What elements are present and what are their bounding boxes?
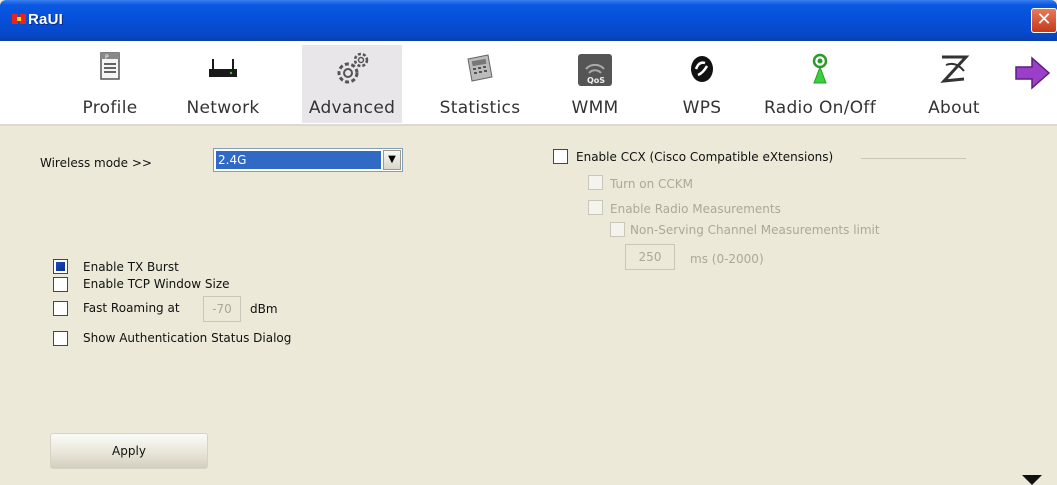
- toolbar-radio[interactable]: Radio On/Off: [764, 45, 876, 123]
- network-icon: [209, 59, 237, 77]
- ralink-logo-icon: [12, 14, 26, 24]
- toolbar-wmm[interactable]: QoS WMM: [545, 45, 645, 123]
- toolbar-label-wmm: WMM: [571, 98, 619, 118]
- non-serving-checkbox[interactable]: [610, 222, 625, 237]
- ccx-group-divider: [861, 158, 966, 159]
- main-toolbar: P Profile Network Advanced Statistics Qo…: [0, 41, 1057, 126]
- toolbar-label-network: Network: [186, 98, 260, 118]
- wireless-mode-value: 2.4G: [216, 151, 381, 169]
- fast-roaming-checkbox[interactable]: [53, 301, 68, 316]
- svg-text:P: P: [105, 54, 109, 61]
- toolbar-statistics[interactable]: Statistics: [430, 45, 530, 123]
- toolbar-label-radio: Radio On/Off: [763, 98, 876, 118]
- toolbar-profile[interactable]: P Profile: [60, 45, 160, 123]
- radio-measurements-label: Enable Radio Measurements: [610, 202, 781, 216]
- tx-burst-label: Enable TX Burst: [83, 260, 179, 274]
- toolbar-label-wps: WPS: [682, 98, 722, 118]
- advanced-panel: Wireless mode >> 2.4G ▼ Enable TX Burst …: [10, 128, 1057, 485]
- tcp-window-checkbox[interactable]: [53, 277, 68, 292]
- toolbar-label-statistics: Statistics: [439, 98, 521, 118]
- toolbar-advanced[interactable]: Advanced: [302, 45, 402, 123]
- tcp-window-label: Enable TCP Window Size: [83, 277, 230, 291]
- profile-icon: P: [100, 52, 120, 80]
- title-bar[interactable]: RaUI ✕: [0, 0, 1057, 41]
- wireless-mode-label: Wireless mode >>: [40, 156, 152, 170]
- radio-icon: [812, 53, 828, 84]
- toolbar-label-profile: Profile: [82, 98, 138, 118]
- fast-roaming-label: Fast Roaming at: [83, 301, 180, 315]
- scroll-down-icon[interactable]: [1012, 472, 1052, 485]
- apply-button[interactable]: Apply: [50, 433, 208, 469]
- cckm-label: Turn on CCKM: [610, 177, 693, 191]
- radio-measurements-checkbox[interactable]: [588, 200, 603, 215]
- toolbar-label-about: About: [928, 98, 980, 118]
- tx-burst-checkbox[interactable]: [53, 259, 68, 274]
- auth-status-label: Show Authentication Status Dialog: [83, 331, 292, 345]
- fast-roaming-input[interactable]: -70: [203, 296, 241, 322]
- non-serving-label: Non-Serving Channel Measurements limit: [630, 223, 880, 237]
- advanced-icon: [337, 52, 369, 84]
- auth-status-checkbox[interactable]: [53, 331, 68, 346]
- statistics-icon: [467, 54, 493, 82]
- fast-roaming-unit: dBm: [250, 302, 278, 316]
- ccx-label: Enable CCX (Cisco Compatible eXtensions): [576, 150, 834, 164]
- toolbar-label-advanced: Advanced: [308, 98, 396, 118]
- measurement-limit-unit: ms (0-2000): [690, 252, 764, 266]
- window-title: RaUI: [28, 11, 63, 28]
- toolbar-about[interactable]: About: [904, 45, 1004, 123]
- measurement-limit-input[interactable]: 250: [625, 244, 675, 270]
- wps-icon: [691, 56, 713, 82]
- toolbar-network[interactable]: Network: [173, 45, 273, 123]
- raui-window: RaUI ✕ P Profile Network Advanced Statis…: [0, 0, 1057, 485]
- close-button[interactable]: ✕: [1031, 8, 1057, 33]
- arrow-right-icon[interactable]: [1012, 55, 1052, 91]
- toolbar-wps[interactable]: WPS: [652, 45, 752, 123]
- wireless-mode-select[interactable]: 2.4G ▼: [213, 148, 403, 172]
- svg-text:QoS: QoS: [587, 76, 605, 85]
- chevron-down-icon[interactable]: ▼: [383, 150, 401, 170]
- about-icon: [940, 55, 970, 83]
- cckm-checkbox[interactable]: [588, 175, 603, 190]
- wmm-icon: QoS: [578, 54, 612, 86]
- ccx-checkbox[interactable]: [553, 149, 568, 164]
